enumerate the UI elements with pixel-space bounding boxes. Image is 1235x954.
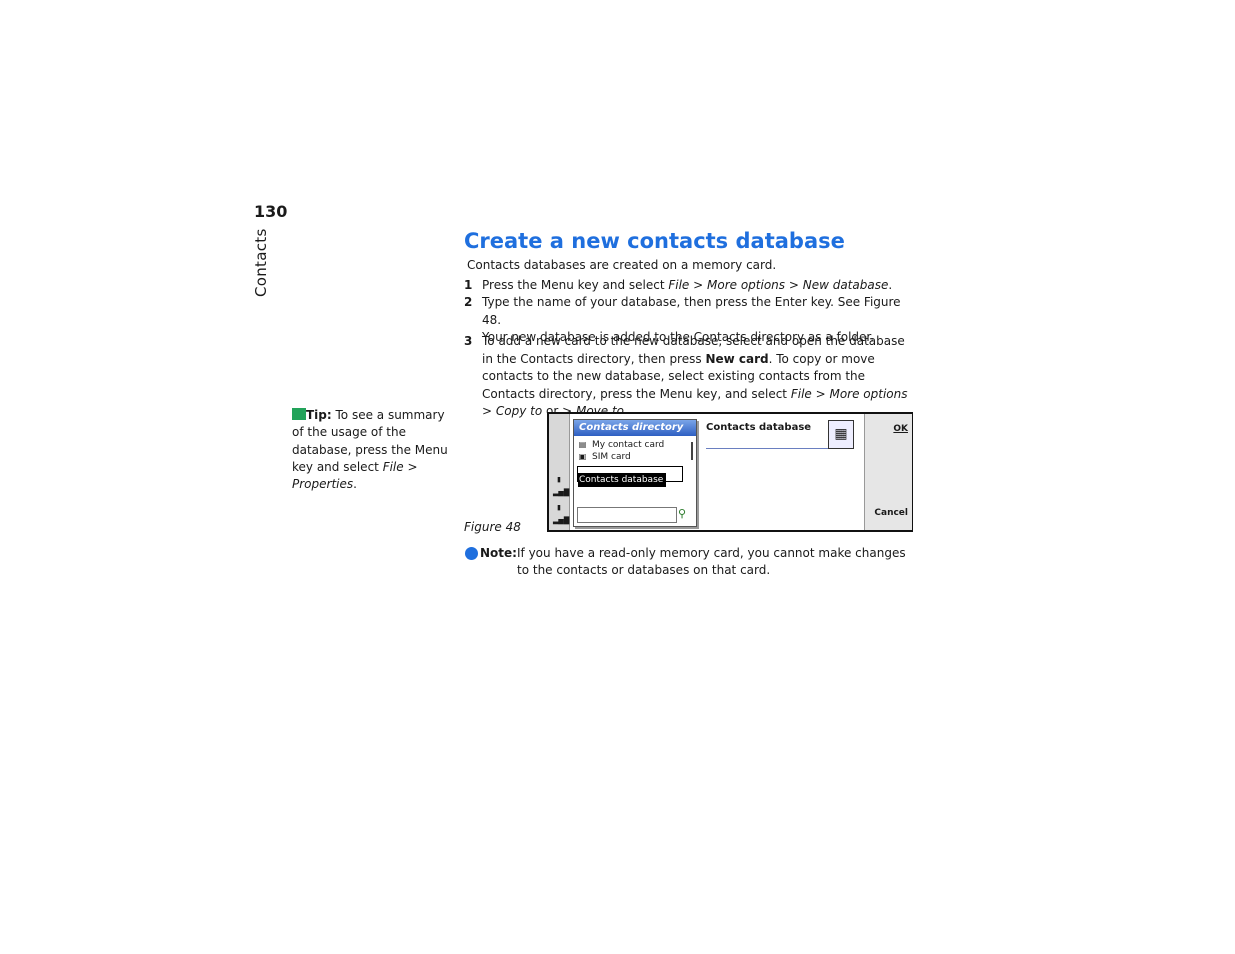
tip-label: Tip:	[306, 408, 332, 422]
note-text: If you have a read-only memory card, you…	[517, 546, 906, 578]
tip-icon	[292, 408, 306, 420]
list-item-my-contact-card[interactable]: ▤ My contact card	[577, 440, 665, 450]
note-box: Note: If you have a read-only memory car…	[464, 545, 914, 580]
contacts-directory-panel: Contacts directory ▤ My contact card ▣ SIM…	[573, 419, 697, 527]
note-label: Note:	[480, 546, 517, 560]
section-label: Contacts	[252, 228, 270, 297]
figure-screenshot: ▮ ▂▄▆ ▮ ▂▄▆ Contacts directory ▤ My contact…	[547, 412, 913, 532]
step-number: 3	[464, 334, 473, 348]
page-title: Create a new contacts database	[464, 229, 845, 253]
step-number: 2	[464, 295, 473, 309]
status-indicators: ▮ ▂▄▆ ▮ ▂▄▆	[549, 414, 570, 530]
search-input[interactable]	[577, 507, 677, 523]
database-icon: ▦	[828, 420, 854, 449]
tip-box: Tip: To see a summary of the usage of th…	[292, 408, 448, 492]
battery-icon: ▮ ▂▄▆	[553, 475, 570, 497]
step-number: 1	[464, 278, 473, 292]
sim-card-icon: ▣	[578, 452, 587, 461]
cancel-button[interactable]: Cancel	[874, 508, 908, 518]
search-icon[interactable]: ⚲	[678, 507, 686, 520]
contact-card-icon: ▤	[578, 440, 587, 449]
signal-icon: ▮ ▂▄▆	[553, 503, 570, 525]
step-3: 3 To add a new card to the new database,…	[464, 333, 912, 421]
figure-caption: Figure 48	[464, 520, 521, 534]
form-title: Contacts database	[706, 422, 812, 433]
note-icon	[465, 547, 478, 560]
directory-title: Contacts directory	[574, 420, 696, 436]
command-button-area: OK Cancel	[864, 414, 912, 530]
step-text: Press the Menu key and select File > Mor…	[482, 278, 893, 292]
list-item-sim-card[interactable]: ▣ SIM card	[577, 452, 631, 462]
name-field[interactable]	[706, 448, 832, 449]
list-item-contacts-database[interactable]: Contacts database	[577, 466, 683, 487]
step-1: 1 Press the Menu key and select File > M…	[464, 277, 912, 295]
step-text: To add a new card to the new database, s…	[482, 334, 908, 418]
ok-button[interactable]: OK	[893, 424, 908, 434]
page-number: 130	[254, 202, 288, 221]
scrollbar[interactable]	[691, 442, 693, 460]
intro-text: Contacts databases are created on a memo…	[467, 258, 777, 272]
